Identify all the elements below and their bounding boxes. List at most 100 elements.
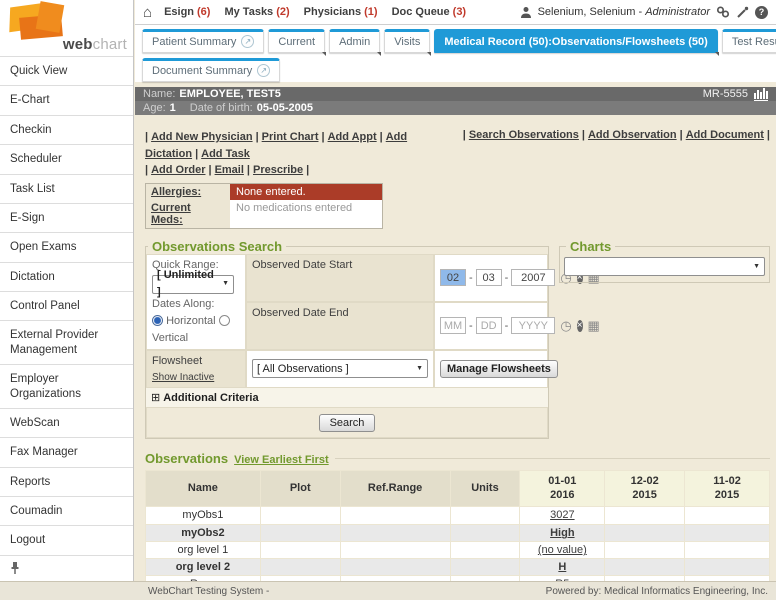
obs-value-link[interactable]: High: [550, 527, 574, 539]
end-month-input[interactable]: [440, 317, 466, 334]
nav-physicians[interactable]: Physicians(1): [304, 6, 378, 18]
value-cell: 3027: [520, 506, 605, 525]
tab-document-summary[interactable]: Document Summary ↗: [142, 58, 280, 82]
horizontal-radio[interactable]: [152, 315, 163, 326]
sidebar-item-open-exams[interactable]: Open Exams: [0, 232, 133, 261]
observations-title: Observations: [145, 451, 228, 466]
search-panels: Observations Search Observed Date Start …: [145, 239, 770, 439]
popout-icon[interactable]: ↗: [257, 64, 270, 77]
link-chain-icon[interactable]: [716, 6, 730, 18]
add-order-link[interactable]: Add Order: [151, 164, 205, 176]
sidebar-item-e-chart[interactable]: E-Chart: [0, 85, 133, 114]
col-date-2[interactable]: 12-022015: [605, 470, 685, 506]
tab-admin[interactable]: Admin: [329, 29, 380, 53]
flowsheet-select[interactable]: [ All Observations ] ▼: [252, 359, 428, 378]
help-icon[interactable]: ?: [755, 6, 768, 19]
obs-value-link[interactable]: (no value): [538, 544, 587, 556]
add-document-link[interactable]: Add Document: [686, 129, 764, 141]
sidebar-item-coumadin[interactable]: Coumadin: [0, 496, 133, 525]
print-chart-link[interactable]: Print Chart: [262, 131, 319, 143]
sidebar-item-scheduler[interactable]: Scheduler: [0, 144, 133, 173]
sidebar-item-checkin[interactable]: Checkin: [0, 115, 133, 144]
end-year-input[interactable]: [511, 317, 555, 334]
clear-date-icon[interactable]: ×: [577, 320, 583, 332]
charts-select[interactable]: ▼: [564, 257, 765, 276]
ref-range-cell: [340, 542, 450, 559]
sidebar-item-task-list[interactable]: Task List: [0, 174, 133, 203]
quick-range-select[interactable]: [ Unlimited ] ▼: [152, 275, 234, 294]
search-button[interactable]: Search: [319, 414, 376, 432]
col-date-3[interactable]: 11-022015: [685, 470, 770, 506]
patient-chart-icon[interactable]: [754, 88, 768, 101]
search-observations-link[interactable]: Search Observations: [469, 129, 579, 141]
start-day-input[interactable]: [476, 269, 502, 286]
vertical-radio[interactable]: [219, 315, 230, 326]
sidebar-item-fax-manager[interactable]: Fax Manager: [0, 437, 133, 466]
sidebar-item-employer-organizations[interactable]: Employer Organizations: [0, 364, 133, 408]
obs-value-link[interactable]: H: [558, 561, 566, 573]
separator: |: [256, 131, 259, 143]
tab-menu-indicator[interactable]: [427, 52, 431, 56]
manage-flowsheets-button[interactable]: Manage Flowsheets: [440, 360, 558, 378]
add-observation-link[interactable]: Add Observation: [588, 129, 677, 141]
tab-label: Test Results: [732, 36, 776, 48]
calendar-icon[interactable]: ▦: [588, 319, 600, 332]
start-year-input[interactable]: [511, 269, 555, 286]
tab-menu-indicator[interactable]: [322, 52, 326, 56]
wand-icon[interactable]: [736, 6, 749, 19]
vertical-label: Vertical: [152, 332, 188, 344]
popout-icon[interactable]: ↗: [241, 35, 254, 48]
nav-doc-queue[interactable]: Doc Queue(3): [392, 6, 467, 18]
tab-visits[interactable]: Visits: [384, 29, 430, 53]
email-link[interactable]: Email: [215, 164, 244, 176]
table-row-org-level-2: org level 2 H: [146, 559, 770, 576]
add-appt-link[interactable]: Add Appt: [328, 131, 377, 143]
value-cell: [605, 542, 685, 559]
tab-row-1: Patient Summary ↗ Current Admin Visits M…: [142, 29, 776, 53]
additional-criteria-toggle[interactable]: ⊞Additional Criteria: [146, 388, 548, 407]
sidebar-item-dictation[interactable]: Dictation: [0, 262, 133, 291]
sidebar-item-control-panel[interactable]: Control Panel: [0, 291, 133, 320]
nav-esign[interactable]: Esign(6): [164, 6, 210, 18]
prescribe-link[interactable]: Prescribe: [253, 164, 303, 176]
end-day-input[interactable]: [476, 317, 502, 334]
home-icon[interactable]: ⌂: [143, 5, 152, 20]
add-new-physician-link[interactable]: Add New Physician: [151, 131, 252, 143]
tab-menu-indicator[interactable]: [715, 52, 719, 56]
nav-my-tasks[interactable]: My Tasks(2): [224, 6, 289, 18]
tab-current[interactable]: Current: [268, 29, 325, 53]
sidebar-item-logout[interactable]: Logout: [0, 525, 133, 554]
charts-panel: Charts ▼: [559, 239, 770, 283]
action-links: |Add New Physician|Print Chart|Add Appt|…: [145, 129, 770, 179]
sidebar-item-external-provider-management[interactable]: External Provider Management: [0, 320, 133, 364]
add-task-link[interactable]: Add Task: [201, 148, 250, 160]
obs-value-link[interactable]: 27: [562, 509, 574, 523]
sidebar-item-webscan[interactable]: WebScan: [0, 408, 133, 437]
sidebar-item-reports[interactable]: Reports: [0, 467, 133, 496]
plot-cell: [260, 506, 340, 525]
value-cell: [685, 542, 770, 559]
col-date-1[interactable]: 01-012016: [520, 470, 605, 506]
charts-title: Charts: [566, 239, 615, 254]
chevron-down-icon: ▼: [222, 279, 229, 290]
tab-menu-indicator[interactable]: [377, 52, 381, 56]
webchart-logo[interactable]: webchart: [0, 0, 133, 56]
show-inactive-link[interactable]: Show Inactive: [152, 371, 214, 384]
sidebar-item-quick-view[interactable]: Quick View: [0, 56, 133, 85]
time-icon[interactable]: ◷: [560, 319, 571, 332]
col-ref-range: Ref.Range: [340, 470, 450, 506]
start-month-input[interactable]: [440, 269, 466, 286]
user-name[interactable]: Selenium, Selenium - Administrator: [538, 6, 710, 18]
tab-test-results[interactable]: Test Results: [722, 29, 776, 53]
flowsheet-label-cell: Flowsheet Show Inactive: [146, 350, 246, 388]
ref-range-cell: [340, 525, 450, 542]
value-cell: H: [520, 559, 605, 576]
view-earliest-first-link[interactable]: View Earliest First: [234, 454, 329, 466]
sidebar-item-e-sign[interactable]: E-Sign: [0, 203, 133, 232]
obs-value-link[interactable]: 30: [550, 509, 562, 523]
tab-patient-summary[interactable]: Patient Summary ↗: [142, 29, 264, 53]
current-meds-link[interactable]: Current Meds:: [151, 202, 191, 226]
allergies-link[interactable]: Allergies:: [151, 186, 201, 198]
main-area: ⌂ Esign(6) My Tasks(2) Physicians(1) Doc…: [135, 0, 776, 600]
tab-medical-record-observations[interactable]: Medical Record (50):Observations/Flowshe…: [434, 29, 717, 53]
